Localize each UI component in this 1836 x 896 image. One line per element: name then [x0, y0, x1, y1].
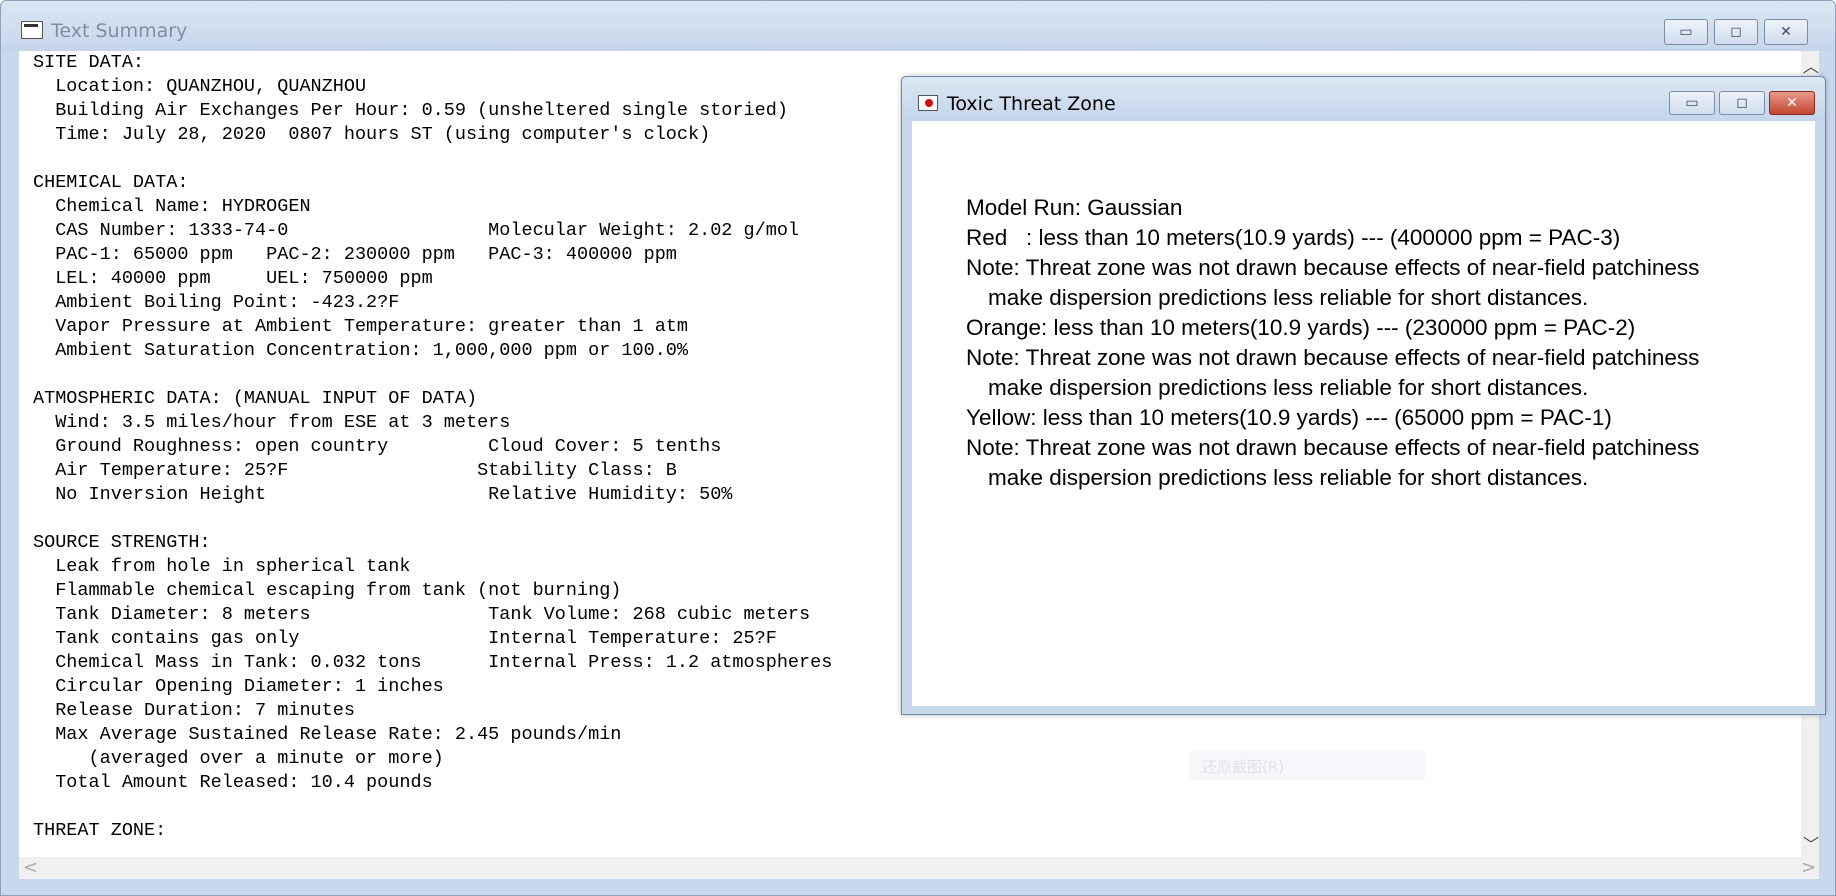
threat-minimize-button[interactable]: ▭	[1669, 91, 1715, 115]
scroll-up-icon[interactable]: ︿	[1803, 53, 1819, 77]
threat-close-button[interactable]: ✕	[1769, 91, 1815, 115]
summary-line: ATMOSPHERIC DATA: (MANUAL INPUT OF DATA)	[33, 388, 478, 409]
summary-line: Wind: 3.5 miles/hour from ESE at 3 meter…	[33, 412, 511, 433]
threat-title-bar[interactable]: Toxic Threat Zone ▭ ◻ ✕	[902, 77, 1825, 121]
summary-line: Circular Opening Diameter: 1 inches	[33, 676, 444, 697]
minimize-button[interactable]: ▭	[1664, 19, 1708, 45]
threat-zone-text: Model Run: Gaussian Red : less than 10 me…	[966, 193, 1699, 493]
summary-line	[33, 363, 832, 387]
summary-line: Time: July 28, 2020 0807 hours ST (using…	[33, 124, 711, 145]
title-bar[interactable]: Text Summary ▭ ◻ ✕	[1, 1, 1835, 51]
summary-line: Tank Diameter: 8 meters Tank Volume: 268…	[33, 604, 811, 625]
threat-line: Note: Threat zone was not drawn because …	[966, 345, 1700, 370]
summary-line: Tank contains gas only Internal Temperat…	[33, 628, 777, 649]
summary-line: (averaged over a minute or more)	[33, 748, 444, 769]
summary-line	[33, 795, 832, 819]
threat-line: Model Run: Gaussian	[966, 195, 1183, 220]
summary-line: LEL: 40000 ppm UEL: 750000 ppm	[33, 268, 433, 289]
close-button[interactable]: ✕	[1764, 19, 1808, 45]
toxic-threat-zone-window: Toxic Threat Zone ▭ ◻ ✕ Model Run: Gauss…	[901, 76, 1826, 715]
summary-line: THREAT ZONE:	[33, 820, 167, 841]
summary-line: Max Average Sustained Release Rate: 2.45…	[33, 724, 622, 745]
summary-line: Location: QUANZHOU, QUANZHOU	[33, 76, 367, 97]
threat-line: make dispersion predictions less reliabl…	[988, 465, 1589, 490]
threat-maximize-button[interactable]: ◻	[1719, 91, 1765, 115]
summary-line: Vapor Pressure at Ambient Temperature: g…	[33, 316, 689, 337]
horizontal-scrollbar[interactable]: < >	[19, 857, 1819, 879]
app-icon	[21, 21, 43, 39]
summary-line: Total Amount Released: 10.4 pounds	[33, 772, 433, 793]
threat-line: make dispersion predictions less reliabl…	[988, 285, 1589, 310]
summary-line: SITE DATA:	[33, 52, 145, 73]
summary-line: Chemical Mass in Tank: 0.032 tons Intern…	[33, 652, 833, 673]
summary-line: Chemical Name: HYDROGEN	[33, 196, 311, 217]
summary-line	[33, 507, 832, 531]
summary-line: Building Air Exchanges Per Hour: 0.59 (u…	[33, 100, 788, 121]
summary-line: Release Duration: 7 minutes	[33, 700, 355, 721]
scroll-down-icon[interactable]: ﹀	[1803, 831, 1819, 855]
threat-line: make dispersion predictions less reliabl…	[988, 375, 1589, 400]
summary-line: CHEMICAL DATA:	[33, 172, 189, 193]
summary-line: PAC-1: 65000 ppm PAC-2: 230000 ppm PAC-3…	[33, 244, 677, 265]
scroll-left-icon[interactable]: <	[23, 857, 38, 878]
summary-line: Ground Roughness: open country Cloud Cov…	[33, 436, 722, 457]
threat-zone-icon	[918, 95, 938, 111]
summary-line: Ambient Boiling Point: -423.2?F	[33, 292, 400, 313]
summary-line: Air Temperature: 25?F Stability Class: B	[33, 460, 677, 481]
threat-line: Note: Threat zone was not drawn because …	[966, 255, 1700, 280]
faded-tooltip: 还原截图(R)	[1190, 750, 1425, 780]
threat-zone-content: Model Run: Gaussian Red : less than 10 me…	[912, 121, 1815, 706]
summary-line: Ambient Saturation Concentration: 1,000,…	[33, 340, 689, 361]
threat-line: Orange: less than 10 meters(10.9 yards) …	[966, 315, 1636, 340]
summary-line: No Inversion Height Relative Humidity: 5…	[33, 484, 733, 505]
window-controls: ▭ ◻ ✕	[1664, 19, 1808, 45]
summary-line: Flammable chemical escaping from tank (n…	[33, 580, 622, 601]
threat-window-title: Toxic Threat Zone	[947, 93, 1116, 115]
summary-text: SITE DATA: Location: QUANZHOU, QUANZHOU …	[33, 51, 832, 843]
window-title: Text Summary	[51, 20, 188, 42]
summary-line: CAS Number: 1333-74-0 Molecular Weight: …	[33, 220, 800, 241]
maximize-button[interactable]: ◻	[1714, 19, 1758, 45]
threat-line: Yellow: less than 10 meters(10.9 yards) …	[966, 405, 1612, 430]
summary-line: Leak from hole in spherical tank	[33, 556, 411, 577]
summary-line: SOURCE STRENGTH:	[33, 532, 211, 553]
scroll-right-icon[interactable]: >	[1801, 857, 1816, 878]
threat-window-controls: ▭ ◻ ✕	[1669, 91, 1815, 115]
threat-line: Note: Threat zone was not drawn because …	[966, 435, 1700, 460]
summary-line	[33, 147, 832, 171]
threat-line: Red : less than 10 meters(10.9 yards) --…	[966, 225, 1621, 250]
